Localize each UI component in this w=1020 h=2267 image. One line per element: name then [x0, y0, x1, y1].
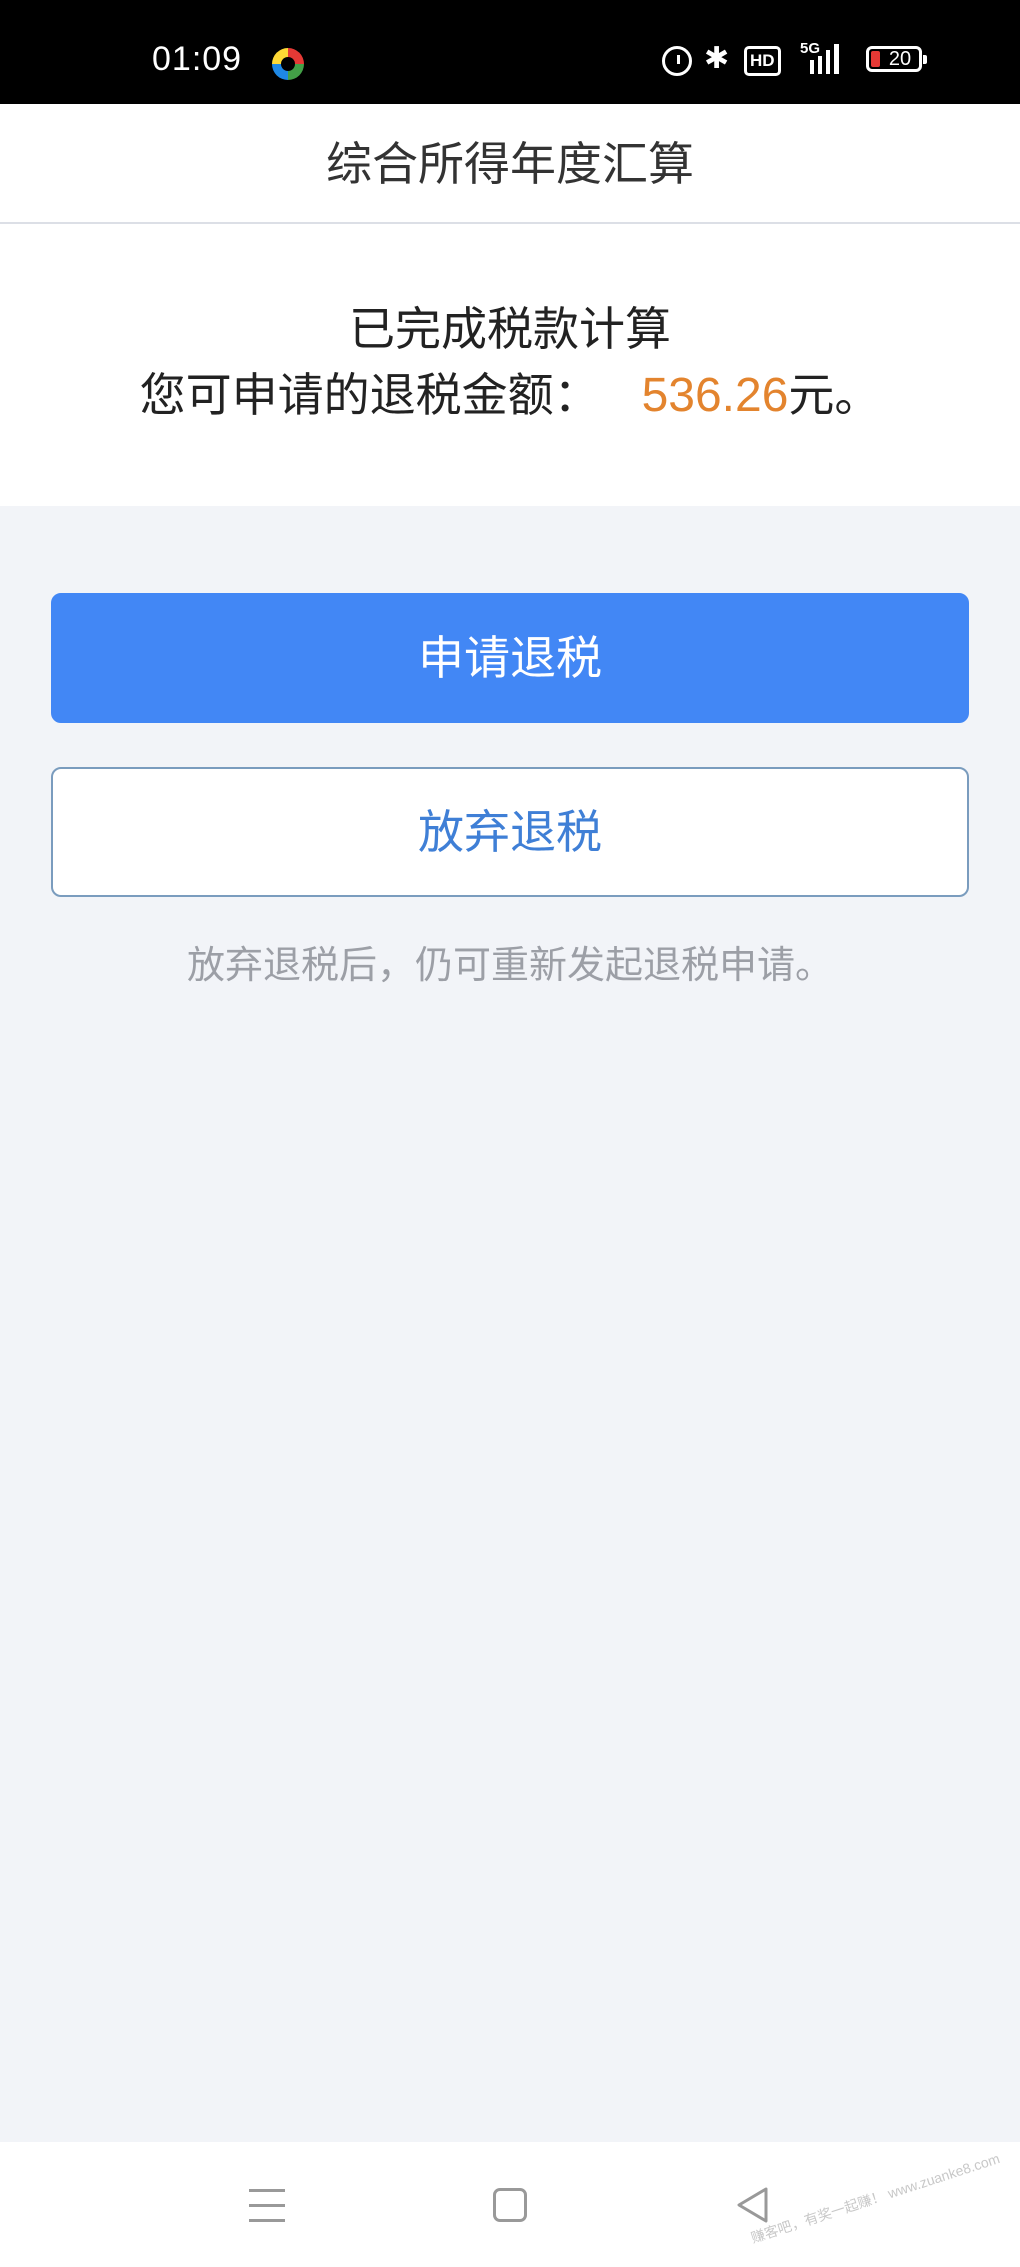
status-bar: 01:09 ✱ HD 5G 20 — [0, 0, 1020, 104]
status-icons: ✱ HD 5G 20 — [662, 41, 942, 84]
page-title: 综合所得年度汇算 — [326, 137, 694, 191]
back-icon[interactable] — [735, 2186, 769, 2224]
refund-amount-unit: 元。 — [788, 368, 881, 422]
page-header: 综合所得年度汇算 — [0, 104, 1020, 224]
refund-page: 01:09 ✱ HD 5G 20 综合所得年度汇算 已完成税款计算 您可申请的退… — [0, 0, 1020, 2267]
battery-level: 20 — [888, 48, 912, 70]
home-icon[interactable] — [493, 2188, 527, 2222]
signal-bars-icon — [810, 44, 839, 74]
navigation-bar: 赚客吧，有奖一起赚！ www.zuanke8.com — [0, 2142, 1020, 2267]
status-time: 01:09 — [152, 40, 243, 78]
menu-icon[interactable] — [249, 2189, 285, 2223]
refund-amount-line: 您可申请的退税金额： 536.26元。 — [0, 366, 1020, 425]
apply-refund-button[interactable]: 申请退税 — [51, 593, 969, 723]
abandon-hint: 放弃退税后，仍可重新发起退税申请。 — [186, 943, 833, 987]
refund-amount: 536.26 — [641, 369, 789, 422]
abandon-refund-button[interactable]: 放弃退税 — [51, 767, 969, 897]
refund-amount-label: 您可申请的退税金额： — [139, 368, 600, 422]
5g-signal-icon: 5G — [800, 41, 839, 74]
battery-icon: 20 — [866, 46, 927, 72]
calculation-status: 已完成税款计算 — [349, 302, 671, 356]
watermark: 赚客吧，有奖一起赚！ www.zuanke8.com — [749, 2150, 1003, 2246]
hd-icon: HD — [744, 46, 781, 76]
alarm-icon — [662, 46, 692, 76]
bluetooth-icon: ✱ — [704, 41, 730, 76]
colorful-app-icon — [272, 48, 304, 80]
refund-summary: 已完成税款计算 您可申请的退税金额： 536.26元。 — [0, 224, 1020, 506]
